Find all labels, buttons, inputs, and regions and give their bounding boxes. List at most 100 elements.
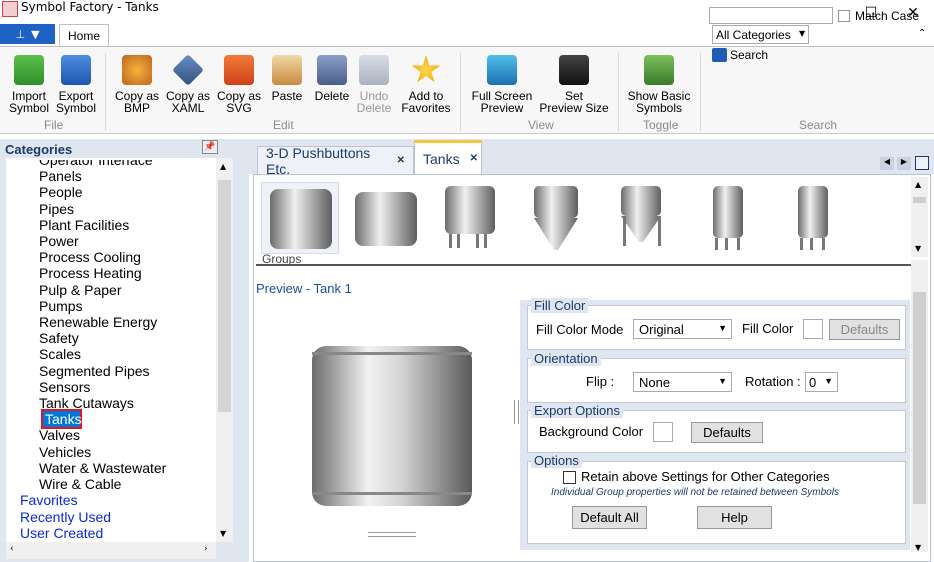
tab-scroll-left-icon[interactable]: ◀: [880, 157, 894, 170]
fill-color-mode-select[interactable]: Original ▼: [633, 319, 732, 339]
tree-item[interactable]: Tank Cutaways: [39, 395, 134, 411]
tree-item[interactable]: Process Heating: [39, 265, 142, 281]
tree-item-favorites[interactable]: Favorites: [20, 492, 78, 508]
paste-label: Paste: [271, 89, 303, 103]
tank-thumbnail[interactable]: [347, 182, 425, 254]
match-case-label: Match Case: [855, 9, 920, 23]
tank-icon: [621, 186, 661, 246]
show-basic-symbols-button[interactable]: Show Basic Symbols: [627, 55, 691, 114]
scroll-down-icon[interactable]: ▼: [915, 543, 921, 552]
copy-bmp-label-2: BMP: [123, 101, 150, 115]
search-input[interactable]: [709, 7, 833, 24]
window-title: Symbol Factory - Tanks: [21, 0, 159, 14]
add-to-favorites-button[interactable]: Add to Favorites: [398, 55, 454, 114]
tree-item[interactable]: People: [39, 184, 83, 200]
scroll-up-icon[interactable]: ▲: [915, 180, 921, 189]
tree-item[interactable]: Segmented Pipes: [39, 363, 150, 379]
tank-thumbnail[interactable]: [774, 182, 852, 254]
copy-xaml-button[interactable]: Copy as XAML: [165, 54, 211, 114]
close-icon[interactable]: ✕: [470, 153, 478, 164]
tree-item[interactable]: Pulp & Paper: [39, 282, 122, 298]
tree-item[interactable]: Valves: [39, 427, 80, 443]
tree-item[interactable]: Renewable Energy: [39, 314, 157, 330]
tree-item[interactable]: Sensors: [39, 379, 90, 395]
preview-resize-handle[interactable]: [368, 532, 416, 537]
tree-item[interactable]: Pumps: [39, 298, 83, 314]
scroll-right-icon[interactable]: ›: [204, 544, 208, 554]
tab-scroll-right-icon[interactable]: ▶: [897, 157, 911, 170]
preview-splitter[interactable]: [514, 400, 519, 424]
tree-item[interactable]: Vehicles: [39, 444, 91, 460]
scroll-down-icon[interactable]: ▼: [220, 529, 226, 538]
tank-thumbnail[interactable]: [518, 182, 596, 254]
camera-icon: [559, 55, 589, 85]
export-icon: [61, 55, 91, 85]
group-label-file: File: [44, 118, 64, 132]
default-all-button[interactable]: Default All: [572, 506, 647, 529]
rotation-select[interactable]: 0 ▼: [805, 372, 838, 392]
retain-settings-checkbox[interactable]: [563, 471, 576, 484]
undo-delete-button[interactable]: Undo Delete: [354, 55, 394, 114]
tank-thumbnail[interactable]: [432, 182, 510, 254]
paste-button[interactable]: Paste: [268, 55, 306, 102]
background-color-swatch[interactable]: [653, 422, 673, 442]
export-symbol-button[interactable]: Export Symbol: [54, 55, 98, 114]
export-defaults-button[interactable]: Defaults: [691, 422, 763, 443]
tree-horizontal-scrollbar[interactable]: [6, 542, 216, 559]
tree-item[interactable]: Scales: [39, 346, 81, 362]
tab-tanks[interactable]: Tanks ✕: [414, 140, 482, 174]
search-icon[interactable]: [712, 48, 727, 62]
tank-thumbnail[interactable]: [689, 182, 767, 254]
properties-scroll-thumb[interactable]: [913, 292, 926, 504]
flip-select[interactable]: None ▼: [633, 372, 732, 392]
tree-item[interactable]: Power: [39, 233, 79, 249]
tab-label: Tanks: [423, 150, 460, 167]
tank-thumbnail[interactable]: [603, 182, 681, 254]
tank-icon: [354, 192, 417, 246]
fill-defaults-button[interactable]: Defaults: [829, 319, 900, 340]
tree-scroll-thumb[interactable]: [218, 180, 231, 412]
tree-item[interactable]: Plant Facilities: [39, 217, 129, 233]
tree-item[interactable]: Water & Wastewater: [39, 460, 166, 476]
favorites-label-2: Favorites: [401, 101, 451, 115]
tree-item[interactable]: Panels: [39, 168, 82, 184]
category-select[interactable]: All Categories: [712, 25, 809, 44]
scroll-left-icon[interactable]: ‹: [10, 544, 14, 554]
basic-label-2: Symbols: [635, 101, 682, 115]
tree-item-selected[interactable]: Tanks: [45, 411, 82, 427]
tank-icon: [712, 186, 743, 250]
tree-item[interactable]: Pipes: [39, 201, 74, 217]
thumbnails-scroll-thumb[interactable]: [913, 197, 926, 203]
app-icon: [2, 1, 18, 17]
delete-button[interactable]: Delete: [311, 55, 353, 102]
application-menu-button[interactable]: ⊥ ▼: [0, 24, 55, 44]
match-case-checkbox[interactable]: [838, 10, 850, 22]
scroll-up-icon[interactable]: ▲: [220, 162, 226, 171]
full-screen-preview-button[interactable]: Full Screen Preview: [470, 55, 534, 114]
tree-item[interactable]: Process Cooling: [39, 249, 141, 265]
tree-item-recently-used[interactable]: Recently Used: [20, 509, 111, 525]
search-button[interactable]: Search: [730, 48, 768, 62]
panel-splitter[interactable]: [235, 139, 249, 562]
copy-svg-button[interactable]: Copy as SVG: [216, 55, 262, 114]
tree-item[interactable]: Wire & Cable: [39, 476, 121, 492]
scroll-down-icon[interactable]: ▼: [915, 244, 921, 253]
tree-item-user-created[interactable]: User Created: [20, 525, 103, 541]
set-preview-size-button[interactable]: Set Preview Size: [539, 55, 609, 114]
tree-item[interactable]: Safety: [39, 330, 79, 346]
fill-color-swatch[interactable]: [803, 319, 823, 339]
tank-thumbnail[interactable]: [261, 182, 339, 254]
copy-bmp-button[interactable]: Copy as BMP: [114, 55, 160, 114]
ribbon: Import Symbol Export Symbol File Copy as…: [0, 46, 934, 134]
chevron-down-icon: ▼: [718, 376, 727, 386]
window-list-icon[interactable]: [915, 156, 929, 170]
close-icon[interactable]: ✕: [397, 155, 405, 166]
collapse-ribbon-icon[interactable]: ⌃: [918, 28, 926, 39]
tab-3d-pushbuttons[interactable]: 3-D Pushbuttons Etc. ✕: [257, 145, 414, 177]
export-label-2: Symbol: [55, 101, 96, 115]
import-symbol-button[interactable]: Import Symbol: [8, 55, 50, 114]
options-note: Individual Group properties will not be …: [551, 487, 839, 498]
help-button[interactable]: Help: [697, 506, 772, 529]
pin-icon[interactable]: 📌: [202, 140, 218, 154]
tab-home[interactable]: Home: [59, 24, 109, 46]
